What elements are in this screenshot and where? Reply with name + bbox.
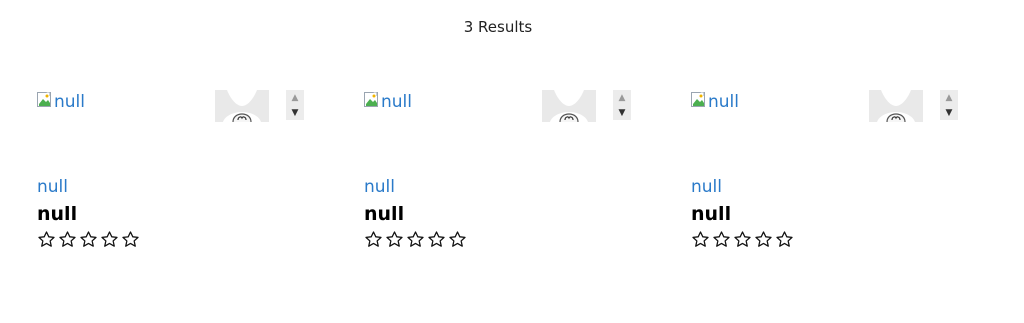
product-card: null ▲ ▼ null null <box>364 88 634 258</box>
star-outline-icon[interactable] <box>121 230 140 249</box>
star-outline-icon[interactable] <box>364 230 383 249</box>
product-name: null <box>37 203 78 225</box>
arrow-up-icon[interactable]: ▲ <box>613 90 631 105</box>
product-name: null <box>691 203 732 225</box>
arrow-down-icon[interactable]: ▼ <box>613 105 631 120</box>
broken-image-icon <box>364 92 380 108</box>
brand-link[interactable]: null <box>364 176 395 198</box>
star-outline-icon[interactable] <box>37 230 56 249</box>
product-image-link[interactable]: null <box>364 92 412 112</box>
star-outline-icon[interactable] <box>712 230 731 249</box>
product-image-link[interactable]: null <box>691 92 739 112</box>
star-outline-icon[interactable] <box>733 230 752 249</box>
wishlist-image[interactable] <box>215 90 269 122</box>
star-outline-icon[interactable] <box>58 230 77 249</box>
wishlist-image[interactable] <box>542 90 596 122</box>
arrow-down-icon[interactable]: ▼ <box>286 105 304 120</box>
star-outline-icon[interactable] <box>385 230 404 249</box>
product-image-alt-text: null <box>54 92 85 112</box>
star-outline-icon[interactable] <box>775 230 794 249</box>
quantity-stepper[interactable]: ▲ ▼ <box>286 90 304 120</box>
broken-image-icon <box>37 92 53 108</box>
brand-link[interactable]: null <box>691 176 722 198</box>
product-image-alt-text: null <box>381 92 412 112</box>
results-count: 3 Results <box>463 18 533 36</box>
rating-stars <box>691 230 794 249</box>
product-image-alt-text: null <box>708 92 739 112</box>
product-image-link[interactable]: null <box>37 92 85 112</box>
rating-stars <box>37 230 140 249</box>
rating-stars <box>364 230 467 249</box>
star-outline-icon[interactable] <box>691 230 710 249</box>
arrow-up-icon[interactable]: ▲ <box>286 90 304 105</box>
product-grid: null ▲ ▼ null null null ▲ ▼ null null nu… <box>37 88 997 268</box>
star-outline-icon[interactable] <box>427 230 446 249</box>
product-name: null <box>364 203 405 225</box>
brand-link[interactable]: null <box>37 176 68 198</box>
quantity-stepper[interactable]: ▲ ▼ <box>940 90 958 120</box>
star-outline-icon[interactable] <box>754 230 773 249</box>
quantity-stepper[interactable]: ▲ ▼ <box>613 90 631 120</box>
arrow-down-icon[interactable]: ▼ <box>940 105 958 120</box>
broken-image-icon <box>691 92 707 108</box>
star-outline-icon[interactable] <box>406 230 425 249</box>
product-card: null ▲ ▼ null null <box>691 88 961 258</box>
star-outline-icon[interactable] <box>100 230 119 249</box>
star-outline-icon[interactable] <box>448 230 467 249</box>
product-card: null ▲ ▼ null null <box>37 88 307 258</box>
wishlist-image[interactable] <box>869 90 923 122</box>
star-outline-icon[interactable] <box>79 230 98 249</box>
arrow-up-icon[interactable]: ▲ <box>940 90 958 105</box>
